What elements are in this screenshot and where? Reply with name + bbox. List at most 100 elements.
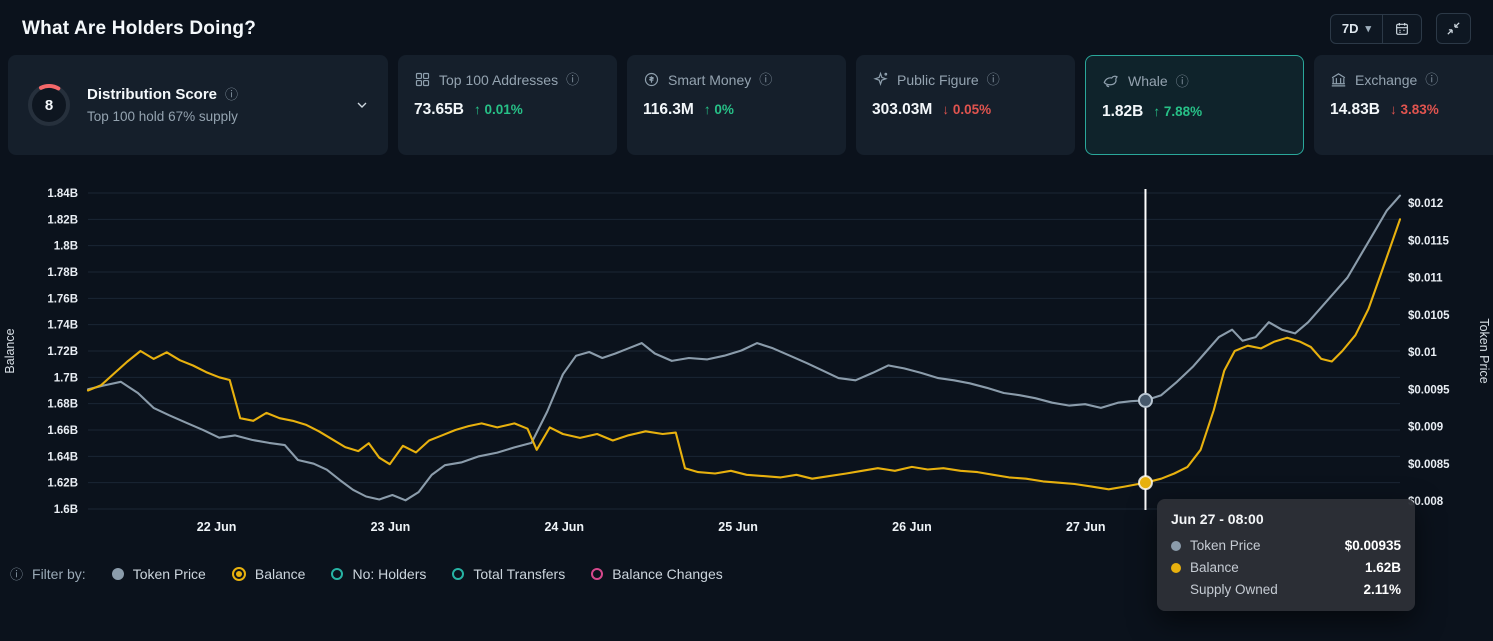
stat-label: Whale xyxy=(1128,73,1168,89)
svg-text:$0.009: $0.009 xyxy=(1408,422,1443,434)
card-whale[interactable]: Whale ⓘ 1.82B ↑ 7.88% xyxy=(1085,55,1304,155)
filter-label: Filter by: xyxy=(32,566,86,582)
timeframe-dropdown[interactable]: 7D ▾ xyxy=(1331,15,1382,43)
distribution-score-value: 8 xyxy=(26,82,72,128)
svg-text:1.68B: 1.68B xyxy=(47,399,78,411)
info-icon[interactable]: ⓘ xyxy=(10,568,23,581)
svg-text:$0.0095: $0.0095 xyxy=(1408,384,1450,396)
stat-value: 116.3M xyxy=(643,101,694,119)
svg-text:1.76B: 1.76B xyxy=(47,293,78,305)
svg-text:$0.01: $0.01 xyxy=(1408,347,1437,359)
calendar-button[interactable] xyxy=(1382,15,1421,43)
svg-text:1.7B: 1.7B xyxy=(54,372,78,384)
svg-text:1.66B: 1.66B xyxy=(47,425,78,437)
svg-text:24 Jun: 24 Jun xyxy=(544,520,584,534)
card-public-figure[interactable]: Public Figure ⓘ 303.03M ↓ 0.05% xyxy=(856,55,1075,155)
top-bar: What Are Holders Doing? 7D ▾ xyxy=(0,0,1493,55)
distribution-title: Distribution Score xyxy=(87,86,217,103)
stat-value: 14.83B xyxy=(1330,101,1380,119)
token-price-dot xyxy=(1171,541,1181,551)
holders-chart-area: 1.84B 1.82B 1.8B 1.78B 1.76B 1.74B 1.72B 1.7B 1.… xyxy=(0,179,1493,554)
filter-caption: ⓘ Filter by: xyxy=(10,566,86,582)
token-price-legend-dot xyxy=(112,568,124,580)
svg-text:$0.0085: $0.0085 xyxy=(1408,459,1450,471)
sparkle-icon xyxy=(872,71,889,88)
coin-icon xyxy=(643,71,660,88)
svg-text:1.72B: 1.72B xyxy=(47,346,78,358)
stat-value: 303.03M xyxy=(872,101,932,119)
chart-tooltip: Jun 27 - 08:00 Token Price $0.00935 Bala… xyxy=(1157,499,1415,611)
svg-text:$0.0105: $0.0105 xyxy=(1408,310,1450,322)
bank-icon xyxy=(1330,71,1347,88)
filter-token-price[interactable]: Token Price xyxy=(112,566,206,582)
stat-value: 1.82B xyxy=(1102,103,1143,121)
distribution-texts: Distribution Score ⓘ Top 100 hold 67% su… xyxy=(87,86,238,124)
info-icon[interactable]: ⓘ xyxy=(566,73,579,86)
whale-icon xyxy=(1102,72,1120,90)
stat-change: ↑ 0.01% xyxy=(474,102,523,117)
tooltip-row-balance: Balance 1.62B xyxy=(1171,560,1401,575)
svg-text:1.74B: 1.74B xyxy=(47,320,78,332)
svg-text:Balance: Balance xyxy=(3,328,17,373)
stat-label: Top 100 Addresses xyxy=(439,72,558,88)
filter-balance-changes[interactable]: Balance Changes xyxy=(591,566,723,582)
stat-label: Smart Money xyxy=(668,72,751,88)
grid-icon xyxy=(414,71,431,88)
distribution-subtitle: Top 100 hold 67% supply xyxy=(87,109,238,124)
svg-text:1.82B: 1.82B xyxy=(47,214,78,226)
total-transfers-legend-dot xyxy=(452,568,464,580)
card-top100-addresses[interactable]: Top 100 Addresses ⓘ 73.65B ↑ 0.01% xyxy=(398,55,617,155)
svg-text:1.6B: 1.6B xyxy=(54,504,78,516)
svg-text:$0.012: $0.012 xyxy=(1408,198,1443,210)
svg-text:1.62B: 1.62B xyxy=(47,478,78,490)
stat-change: ↑ 0% xyxy=(704,102,734,117)
svg-text:1.84B: 1.84B xyxy=(47,188,78,200)
stat-cards-row: 8 Distribution Score ⓘ Top 100 hold 67% … xyxy=(0,55,1493,155)
stat-change: ↓ 0.05% xyxy=(942,102,991,117)
distribution-score-card[interactable]: 8 Distribution Score ⓘ Top 100 hold 67% … xyxy=(8,55,388,155)
svg-text:22 Jun: 22 Jun xyxy=(197,520,237,534)
header-controls: 7D ▾ xyxy=(1330,13,1471,44)
stat-value: 73.65B xyxy=(414,101,464,119)
svg-text:23 Jun: 23 Jun xyxy=(371,520,411,534)
calendar-icon xyxy=(1394,21,1410,37)
svg-text:1.78B: 1.78B xyxy=(47,267,78,279)
card-exchange[interactable]: Exchange ⓘ 14.83B ↓ 3.83% xyxy=(1314,55,1493,155)
tooltip-row-token-price: Token Price $0.00935 xyxy=(1171,538,1401,553)
holders-chart[interactable]: 1.84B 1.82B 1.8B 1.78B 1.76B 1.74B 1.72B 1.7B 1.… xyxy=(0,179,1493,554)
tooltip-title: Jun 27 - 08:00 xyxy=(1171,511,1401,527)
balance-legend-dot xyxy=(232,567,246,581)
balance-changes-legend-dot xyxy=(591,568,603,580)
stat-label: Exchange xyxy=(1355,72,1417,88)
svg-text:26 Jun: 26 Jun xyxy=(892,520,932,534)
page-title: What Are Holders Doing? xyxy=(22,18,256,40)
filter-no-holders[interactable]: No: Holders xyxy=(331,566,426,582)
no-holders-legend-dot xyxy=(331,568,343,580)
card-smart-money[interactable]: Smart Money ⓘ 116.3M ↑ 0% xyxy=(627,55,846,155)
svg-text:1.8B: 1.8B xyxy=(54,241,78,253)
svg-text:$0.011: $0.011 xyxy=(1408,273,1443,285)
collapse-icon xyxy=(1445,20,1462,37)
info-icon[interactable]: ⓘ xyxy=(225,88,238,101)
svg-text:25 Jun: 25 Jun xyxy=(718,520,758,534)
balance-dot xyxy=(1171,563,1181,573)
stat-change: ↑ 7.88% xyxy=(1153,104,1202,119)
filter-total-transfers[interactable]: Total Transfers xyxy=(452,566,565,582)
svg-text:Token Price: Token Price xyxy=(1477,318,1491,383)
chevron-down-icon[interactable] xyxy=(354,97,370,113)
info-icon[interactable]: ⓘ xyxy=(759,73,772,86)
svg-text:1.64B: 1.64B xyxy=(47,451,78,463)
timeframe-value: 7D xyxy=(1342,21,1359,36)
collapse-button[interactable] xyxy=(1436,13,1471,44)
info-icon[interactable]: ⓘ xyxy=(987,73,1000,86)
stat-label: Public Figure xyxy=(897,72,979,88)
distribution-score-gauge: 8 xyxy=(26,82,72,128)
info-icon[interactable]: ⓘ xyxy=(1176,75,1189,88)
tooltip-row-supply-owned: Supply Owned 2.11% xyxy=(1171,582,1401,597)
info-icon[interactable]: ⓘ xyxy=(1425,73,1438,86)
chevron-down-icon: ▾ xyxy=(1365,22,1371,35)
svg-text:27 Jun: 27 Jun xyxy=(1066,520,1106,534)
stat-change: ↓ 3.83% xyxy=(1390,102,1439,117)
filter-balance[interactable]: Balance xyxy=(232,566,306,582)
svg-text:$0.0115: $0.0115 xyxy=(1408,235,1450,247)
